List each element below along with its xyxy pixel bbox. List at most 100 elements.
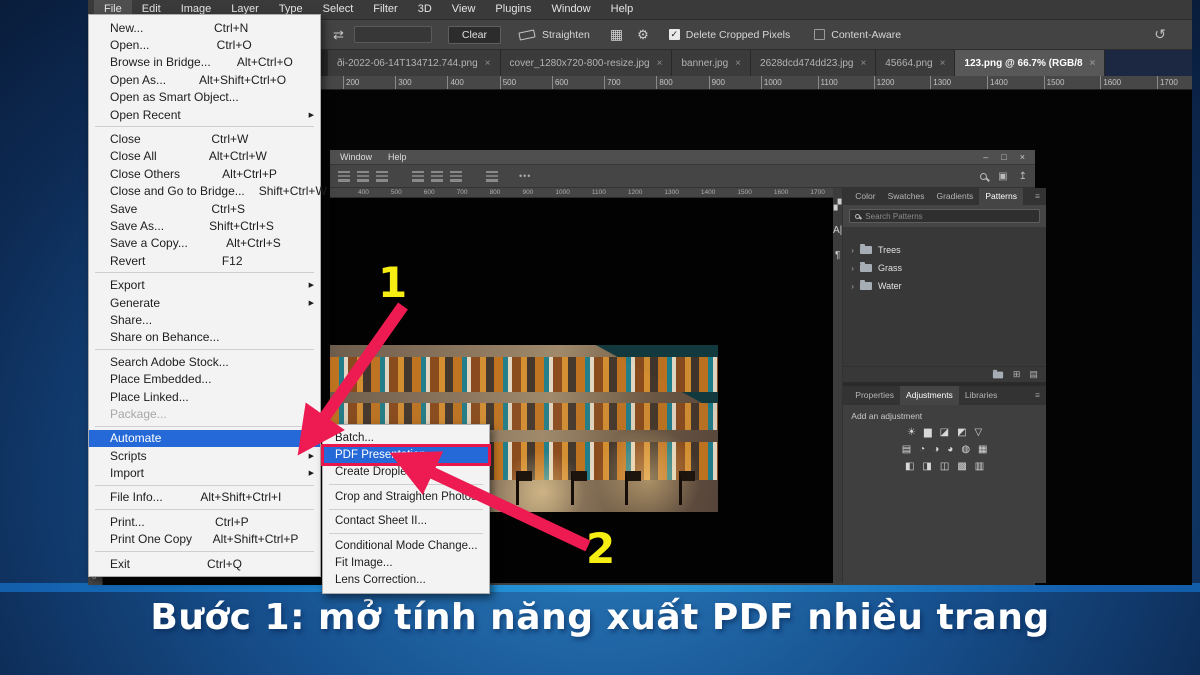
file-menu-item[interactable]: Save a Copy... Alt+Ctrl+S ▶ — [89, 235, 320, 252]
menu-bar-item[interactable]: 3D — [408, 0, 442, 19]
adjustment-icon[interactable]: ◕ — [947, 444, 953, 455]
close-tab-icon[interactable]: × — [485, 58, 491, 69]
adjustment-icon[interactable]: ▤ — [902, 444, 911, 455]
file-menu-item[interactable]: ▶ — [89, 506, 320, 513]
file-menu-item[interactable]: File Info... Alt+Shift+Ctrl+I ▶ — [89, 489, 320, 506]
panel-tab[interactable]: Patterns — [979, 188, 1023, 205]
straighten-label[interactable]: Straighten — [542, 29, 590, 41]
submenu-item[interactable]: PDF Presentation... ▶ — [323, 446, 489, 463]
file-menu-item[interactable]: Open Recent ▶ — [89, 106, 320, 123]
file-menu-item[interactable]: ▶ — [89, 123, 320, 130]
adjustment-icon[interactable]: ◑ — [933, 444, 939, 455]
menu-bar-item[interactable]: View — [442, 0, 486, 19]
chevron-right-icon[interactable]: › — [851, 282, 854, 291]
document-tab[interactable]: cover_1280x720-800-resize.jpg × — [501, 50, 672, 76]
document-tab[interactable]: 45664.png × — [876, 50, 954, 76]
adjustment-icon[interactable]: ◩ — [957, 427, 966, 438]
clear-button[interactable]: Clear — [448, 26, 501, 44]
close-tab-icon[interactable]: × — [657, 58, 663, 69]
file-menu-item[interactable]: Share on Behance... ▶ — [89, 329, 320, 346]
panel-tab[interactable]: Color — [849, 188, 881, 205]
search-patterns-input[interactable]: Search Patterns — [849, 209, 1040, 223]
file-menu-item[interactable]: Open As... Alt+Shift+Ctrl+O ▶ — [89, 71, 320, 88]
swap-dimensions-icon[interactable]: ⇄ — [333, 27, 344, 43]
adjustment-icon[interactable]: ◨ — [922, 461, 931, 472]
adjustment-icon[interactable]: ▩ — [957, 461, 966, 472]
delete-cropped-pixels-checkbox[interactable]: ✓ — [669, 29, 680, 40]
file-menu-item[interactable]: Scripts ▶ — [89, 447, 320, 464]
file-menu-item[interactable]: Place Linked... ▶ — [89, 388, 320, 405]
gear-icon[interactable]: ⚙ — [637, 27, 649, 43]
submenu-item[interactable]: ▶ — [323, 506, 489, 513]
file-menu-item[interactable]: Open as Smart Object... ▶ — [89, 89, 320, 106]
file-menu-item[interactable]: Revert F12 ▶ — [89, 252, 320, 269]
paragraph-icon[interactable]: ¶ — [835, 250, 840, 261]
close-tab-icon[interactable]: × — [860, 58, 866, 69]
new-group-folder-icon[interactable] — [993, 371, 1003, 378]
file-menu-item[interactable]: Save Ctrl+S ▶ — [89, 200, 320, 217]
adjustment-icon[interactable]: ☀ — [907, 427, 916, 438]
submenu-item[interactable]: Create Droplet... ▶ — [323, 464, 489, 481]
close-tab-icon[interactable]: × — [940, 58, 946, 69]
document-tab[interactable]: ði-2022-06-14T134712.744.png × — [328, 50, 500, 76]
file-menu-item[interactable]: Open... Ctrl+O ▶ — [89, 36, 320, 53]
file-menu-item[interactable]: Print One Copy Alt+Shift+Ctrl+P ▶ — [89, 531, 320, 548]
submenu-item[interactable]: Fit Image... ▶ — [323, 554, 489, 571]
file-menu-item[interactable]: ▶ — [89, 269, 320, 276]
panel-tab[interactable]: Gradients — [930, 188, 979, 205]
panel-tab[interactable]: Swatches — [882, 188, 931, 205]
submenu-item[interactable]: Lens Correction... ▶ — [323, 572, 489, 589]
file-menu-item[interactable]: Share... ▶ — [89, 311, 320, 328]
undo-icon[interactable]: ↺ — [1154, 26, 1166, 43]
panel-menu-icon[interactable]: ≡ — [1029, 188, 1046, 205]
adjustment-icon[interactable]: ◍ — [961, 444, 970, 455]
adjustment-icon[interactable]: ◫ — [940, 461, 949, 472]
panel-tab[interactable]: Properties — [849, 386, 900, 405]
file-menu-item[interactable]: ▶ — [89, 482, 320, 489]
panel-tab[interactable]: Libraries — [959, 386, 1004, 405]
file-menu-item[interactable]: Close All Alt+Ctrl+W ▶ — [89, 148, 320, 165]
chevron-right-icon[interactable]: › — [851, 264, 854, 273]
close-tab-icon[interactable]: × — [1090, 58, 1096, 69]
content-aware-checkbox[interactable] — [814, 29, 825, 40]
file-menu-item[interactable]: Automate ▶ — [89, 430, 320, 447]
document-tab[interactable]: 123.png @ 66.7% (RGB/8 × — [955, 50, 1104, 76]
file-menu-item[interactable]: Generate ▶ — [89, 294, 320, 311]
submenu-item[interactable]: ▶ — [323, 481, 489, 488]
file-menu-item[interactable]: Place Embedded... ▶ — [89, 370, 320, 387]
file-menu-item[interactable]: New... Ctrl+N ▶ — [89, 19, 320, 36]
document-tab[interactable]: banner.jpg × — [672, 50, 750, 76]
new-pattern-icon[interactable]: ⊞ — [1013, 369, 1021, 380]
file-menu-item[interactable]: Close and Go to Bridge... Shift+Ctrl+W ▶ — [89, 183, 320, 200]
file-menu-item[interactable]: ▶ — [89, 423, 320, 430]
file-menu-item[interactable]: Browse in Bridge... Alt+Ctrl+O ▶ — [89, 54, 320, 71]
chevron-right-icon[interactable]: › — [851, 246, 854, 255]
file-menu-item[interactable]: Close Others Alt+Ctrl+P ▶ — [89, 165, 320, 182]
submenu-item[interactable]: ▶ — [323, 530, 489, 537]
file-menu-item[interactable]: Exit Ctrl+Q ▶ — [89, 555, 320, 572]
crop-ratio-input[interactable] — [354, 26, 432, 43]
file-menu-item[interactable]: Search Adobe Stock... ▶ — [89, 353, 320, 370]
panel-menu-icon[interactable]: ≡ — [1029, 386, 1046, 405]
file-menu-item[interactable]: Print... Ctrl+P ▶ — [89, 513, 320, 530]
delete-icon[interactable]: ▤ — [1029, 369, 1038, 380]
submenu-item[interactable]: Crop and Straighten Photos ▶ — [323, 488, 489, 505]
pattern-stamp-icon[interactable]: ▞ — [834, 200, 842, 211]
adjustment-icon[interactable]: ▽ — [975, 427, 983, 438]
adjustment-icon[interactable]: ◧ — [905, 461, 914, 472]
file-menu-item[interactable]: Save As... Shift+Ctrl+S ▶ — [89, 217, 320, 234]
file-menu-item[interactable]: Export ▶ — [89, 276, 320, 293]
type-tool-icon[interactable]: A| — [833, 225, 842, 236]
file-menu-item[interactable]: ▶ — [89, 346, 320, 353]
adjustment-icon[interactable]: ▦ — [978, 444, 987, 455]
adjustment-icon[interactable]: ◔ — [919, 444, 925, 455]
submenu-item[interactable]: Batch... ▶ — [323, 429, 489, 446]
panel-tab[interactable]: Adjustments — [900, 386, 959, 405]
document-tab[interactable]: 2628dcd474dd23.jpg × — [751, 50, 875, 76]
adjustment-icon[interactable]: ▥ — [975, 461, 984, 472]
overlay-grid-icon[interactable]: ▦ — [610, 26, 623, 43]
close-tab-icon[interactable]: × — [735, 58, 741, 69]
pattern-group-row[interactable]: › Trees — [843, 241, 1046, 259]
adjustment-icon[interactable]: ◪ — [940, 427, 949, 438]
adjustment-icon[interactable]: ▆ — [924, 427, 932, 438]
